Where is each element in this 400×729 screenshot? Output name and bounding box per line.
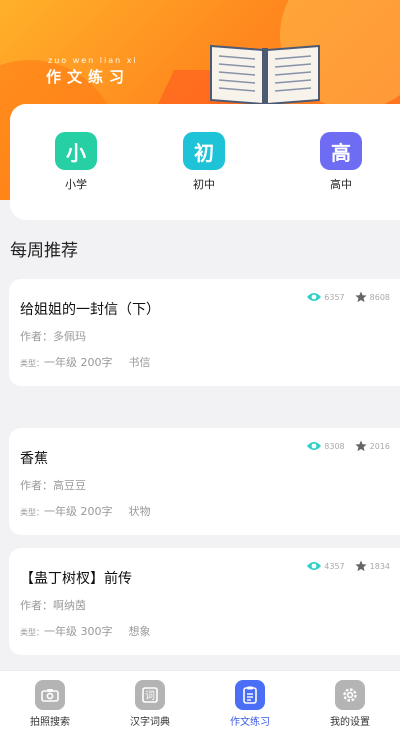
type-label: 类型： <box>20 359 44 368</box>
view-icon <box>307 562 322 570</box>
article-author: 作者：啊纳茵 <box>20 599 86 612</box>
view-count: 4357 <box>324 561 345 571</box>
star-icon <box>355 440 367 452</box>
nav-item-composition[interactable]: 作文练习 <box>200 671 300 729</box>
junior-school-icon: 初 <box>183 132 225 170</box>
level-selector-card: 小 小学 初 初中 高 高中 <box>10 104 400 220</box>
level-label: 小学 <box>65 178 87 191</box>
article-stats: 4357 1834 <box>306 560 390 572</box>
nav-label: 作文练习 <box>230 717 270 728</box>
article-card[interactable]: 4357 1834 【蛊丁树杈】前传 作者：啊纳茵 类型：一年级 300字 想象 <box>9 548 400 655</box>
camera-icon <box>35 680 65 710</box>
page-title: 作文练习 <box>46 68 131 86</box>
article-grade: 一年级 <box>44 625 77 638</box>
view-count: 6357 <box>324 292 345 302</box>
article-stats: 6357 8608 <box>306 291 390 303</box>
nav-item-photo-search[interactable]: 拍照搜索 <box>0 671 100 729</box>
star-count: 1834 <box>369 561 390 571</box>
bottom-nav: 拍照搜索 词 汉字词典 作文练习 我的设置 <box>0 670 400 729</box>
nav-label: 我的设置 <box>330 717 370 728</box>
dictionary-icon: 词 <box>135 680 165 710</box>
nav-label: 汉字词典 <box>130 717 170 728</box>
svg-text:词: 词 <box>145 690 155 702</box>
article-title: 【蛊丁树杈】前传 <box>20 571 132 587</box>
primary-school-icon: 小 <box>55 132 97 170</box>
article-words: 200字 <box>80 505 113 518</box>
type-label: 类型： <box>20 508 44 517</box>
star-icon <box>355 560 367 572</box>
level-item-senior[interactable]: 高 高中 <box>311 132 371 192</box>
article-words: 200字 <box>80 356 113 369</box>
article-meta: 类型：一年级 300字 想象 <box>20 623 151 639</box>
level-item-primary[interactable]: 小 小学 <box>46 132 106 192</box>
article-meta: 类型：一年级 200字 书信 <box>20 354 151 370</box>
gear-icon <box>335 680 365 710</box>
article-card[interactable]: 6357 8608 给姐姐的一封信（下） 作者：多佩玛 类型：一年级 200字 书… <box>9 279 400 386</box>
star-count: 2016 <box>369 441 390 451</box>
open-book-icon <box>210 44 320 106</box>
article-category: 状物 <box>128 505 151 518</box>
level-label: 高中 <box>330 178 352 191</box>
view-icon <box>307 293 322 301</box>
article-author: 作者：高豆豆 <box>20 479 86 492</box>
level-item-junior[interactable]: 初 初中 <box>174 132 234 192</box>
banner-pinyin: zuo wen lian xi <box>48 56 138 65</box>
senior-school-icon: 高 <box>320 132 362 170</box>
nav-label: 拍照搜索 <box>30 717 70 728</box>
article-grade: 一年级 <box>44 505 77 518</box>
level-label: 初中 <box>193 178 215 191</box>
nav-item-dictionary[interactable]: 词 汉字词典 <box>100 671 200 729</box>
article-category: 想象 <box>128 625 151 638</box>
article-stats: 8308 2016 <box>306 440 390 452</box>
article-words: 300字 <box>80 625 113 638</box>
view-icon <box>307 442 322 450</box>
star-icon <box>355 291 367 303</box>
article-category: 书信 <box>128 356 151 369</box>
article-card[interactable]: 8308 2016 香蕉 作者：高豆豆 类型：一年级 200字 状物 <box>9 428 400 535</box>
weekly-section-title: 每周推荐 <box>10 241 78 261</box>
article-grade: 一年级 <box>44 356 77 369</box>
star-count: 8608 <box>369 292 390 302</box>
type-label: 类型： <box>20 628 44 637</box>
article-author: 作者：多佩玛 <box>20 330 86 343</box>
article-meta: 类型：一年级 200字 状物 <box>20 503 151 519</box>
view-count: 8308 <box>324 441 345 451</box>
document-icon <box>235 680 265 710</box>
article-title: 给姐姐的一封信（下） <box>20 302 160 318</box>
article-title: 香蕉 <box>20 451 48 467</box>
nav-item-settings[interactable]: 我的设置 <box>300 671 400 729</box>
